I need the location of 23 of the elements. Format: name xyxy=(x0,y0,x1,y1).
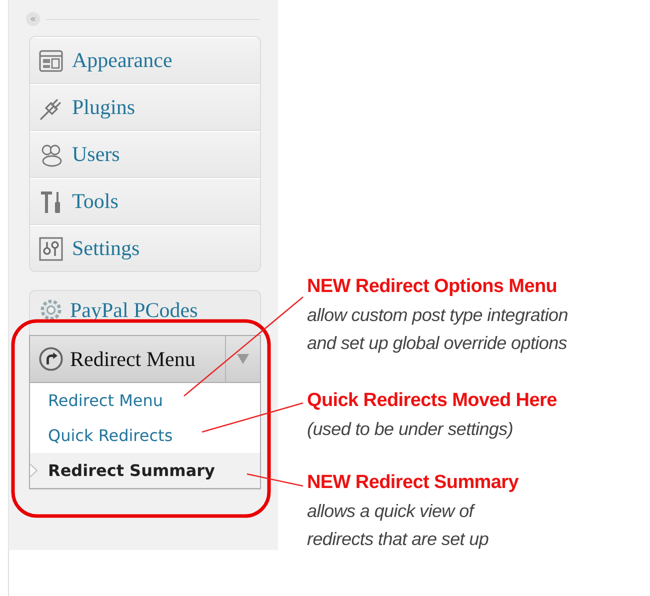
menu-item[interactable]: Users xyxy=(30,131,260,178)
callout-text: allow custom post type integration xyxy=(307,304,569,327)
leader-line xyxy=(246,473,304,487)
redirect-icon xyxy=(38,346,64,372)
submenu-item[interactable]: Quick Redirects xyxy=(30,418,260,453)
menu-item[interactable]: Redirect Menu xyxy=(30,336,226,382)
menu-item[interactable]: Plugins xyxy=(30,84,260,131)
callout-text: and set up global override options xyxy=(307,332,568,355)
menu-item[interactable]: Appearance xyxy=(30,37,260,84)
caret-icon xyxy=(237,354,249,364)
callout-text: (used to be under settings) xyxy=(307,418,514,441)
callout-text: redirects that are set up xyxy=(307,528,490,551)
callout-text: allows a quick view of xyxy=(307,500,476,523)
callout-title: NEW Redirect Options Menu xyxy=(307,275,558,299)
menu-item[interactable]: PayPal PCodes xyxy=(30,291,260,335)
callout-title: NEW Redirect Summary xyxy=(307,471,520,495)
submenu-item[interactable]: Redirect Summary xyxy=(30,453,260,488)
submenu-item[interactable]: Redirect Menu xyxy=(30,383,260,418)
collapse-button[interactable]: « xyxy=(26,12,40,26)
settings-icon xyxy=(38,236,64,262)
menu-item[interactable]: Tools xyxy=(30,178,260,225)
layout-icon xyxy=(38,48,64,74)
callout-title: Quick Redirects Moved Here xyxy=(307,389,558,413)
